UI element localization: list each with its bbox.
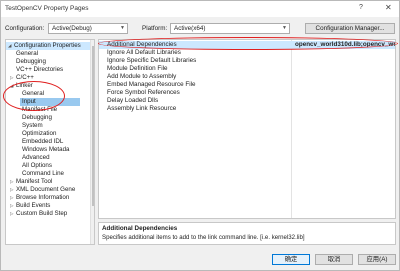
tree-item-command-line[interactable]: Command Line — [22, 170, 64, 178]
configuration-value: Active(Debug) — [52, 25, 92, 32]
tree-scrollbar[interactable] — [90, 40, 94, 244]
tree-item-build-events[interactable]: ▷ Build Events — [10, 202, 50, 210]
tree-item-manifest-tool[interactable]: ▷ Manifest Tool — [10, 178, 52, 186]
tree-item-linker-debugging[interactable]: Debugging — [22, 114, 52, 122]
chevron-down-icon: ▼ — [120, 25, 125, 31]
property-name: Ignore Specific Default Libraries — [107, 57, 197, 64]
property-row-add-module-to-assembly[interactable]: Add Module to Assembly — [99, 73, 395, 81]
annotation-circle-dependencies — [98, 37, 398, 50]
title-bar: TestOpenCV Property Pages ? ✕ — [1, 1, 399, 17]
tree-item-system[interactable]: System — [22, 122, 43, 130]
property-name: Module Definition File — [107, 65, 168, 72]
property-tree: ◢ Configuration Properties General Debugg… — [5, 39, 95, 245]
property-row-module-definition-file[interactable]: Module Definition File — [99, 65, 395, 73]
property-row-embed-managed-resource-file[interactable]: Embed Managed Resource File — [99, 81, 395, 89]
configuration-label: Configuration: — [5, 25, 45, 32]
platform-value: Active(x64) — [174, 25, 206, 32]
configuration-select[interactable]: Active(Debug) ▼ — [48, 23, 128, 34]
property-name: Ignore All Default Libraries — [107, 49, 181, 56]
platform-label: Platform: — [142, 25, 168, 32]
annotation-circle-linker — [3, 81, 65, 111]
property-name: Force Symbol References — [107, 89, 180, 96]
property-row-assembly-link-resource[interactable]: Assembly Link Resource — [99, 105, 395, 113]
tree-item-configuration-properties[interactable]: ◢ Configuration Properties — [6, 42, 90, 50]
description-panel: Additional Dependencies Specifies additi… — [98, 222, 396, 245]
ok-button[interactable]: 确定 — [272, 254, 310, 265]
description-title: Additional Dependencies — [102, 225, 178, 232]
tree-item-optimization[interactable]: Optimization — [22, 130, 56, 138]
description-text: Specifies additional items to add to the… — [102, 234, 305, 241]
chevron-down-icon: ▼ — [282, 25, 287, 31]
property-row-ignore-all-default-libraries[interactable]: Ignore All Default Libraries — [99, 49, 395, 57]
property-name: Assembly Link Resource — [107, 105, 177, 112]
cancel-button[interactable]: 取消 — [315, 254, 353, 265]
configuration-manager-button[interactable]: Configuration Manager... — [305, 23, 395, 34]
property-row-delay-loaded-dlls[interactable]: Delay Loaded Dlls — [99, 97, 395, 105]
tree-item-general[interactable]: General — [16, 50, 38, 58]
close-icon[interactable]: ✕ — [385, 3, 392, 12]
property-grid: Additional Dependencies opencv_world310d… — [98, 39, 396, 219]
tree-item-debugging[interactable]: Debugging — [16, 58, 46, 66]
scrollbar-thumb[interactable] — [92, 46, 94, 206]
tree-item-vc-directories[interactable]: VC++ Directories — [16, 66, 63, 74]
tree-item-embedded-idl[interactable]: Embedded IDL — [22, 138, 63, 146]
apply-button[interactable]: 应用(A) — [358, 254, 396, 265]
platform-select[interactable]: Active(x64) ▼ — [170, 23, 290, 34]
property-name: Add Module to Assembly — [107, 73, 177, 80]
tree-item-windows-metadata[interactable]: Windows Metada — [22, 146, 69, 154]
property-name: Embed Managed Resource File — [107, 81, 196, 88]
property-pages-window: TestOpenCV Property Pages ? ✕ Configurat… — [0, 0, 400, 271]
property-name: Delay Loaded Dlls — [107, 97, 159, 104]
tree-item-all-options[interactable]: All Options — [22, 162, 52, 170]
property-row-ignore-specific-default-libraries[interactable]: Ignore Specific Default Libraries — [99, 57, 395, 65]
property-row-force-symbol-references[interactable]: Force Symbol References — [99, 89, 395, 97]
tree-item-advanced[interactable]: Advanced — [22, 154, 50, 162]
tree-item-xml-document-generator[interactable]: ▷ XML Document Gene — [10, 186, 75, 194]
tree-item-custom-build-step[interactable]: ▷ Custom Build Step — [10, 210, 67, 218]
help-icon[interactable]: ? — [359, 4, 363, 11]
window-title: TestOpenCV Property Pages — [5, 5, 89, 12]
tree-item-browse-information[interactable]: ▷ Browse Information — [10, 194, 69, 202]
